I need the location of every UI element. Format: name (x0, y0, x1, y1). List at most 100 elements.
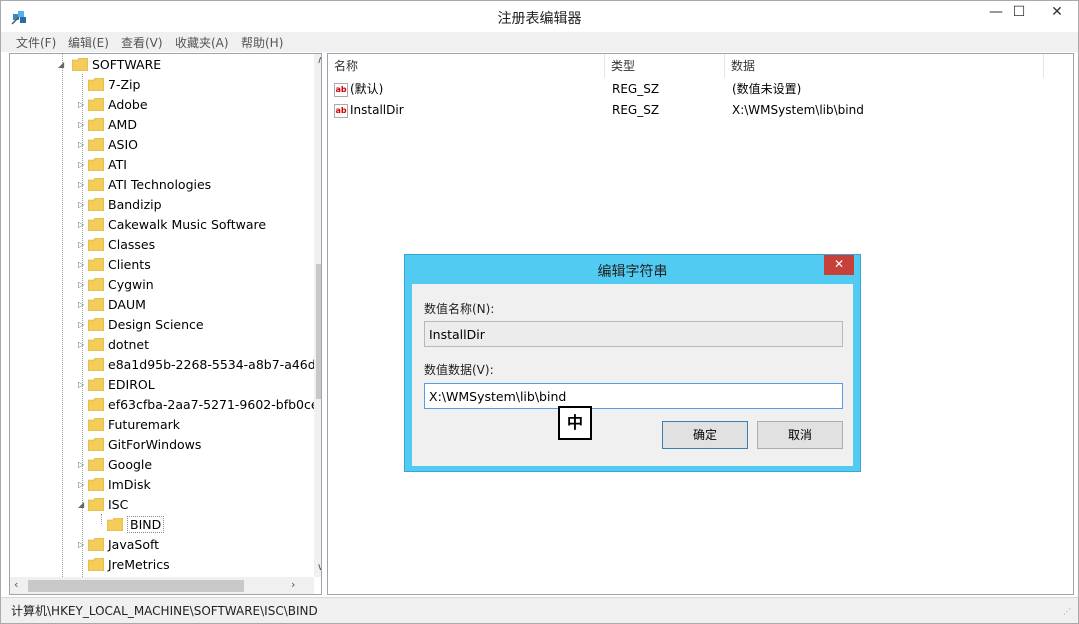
tree-node[interactable]: ▷ Cakewalk Music Software (78, 215, 266, 235)
scroll-up-icon[interactable]: ∧ (317, 55, 321, 66)
tree-label: ef63cfba-2aa7-5271-9602-bfb0ce (108, 397, 319, 412)
dialog-title: 编辑字符串 (597, 264, 668, 280)
tree-node[interactable]: ▷ Clients (78, 255, 151, 275)
folder-icon (88, 458, 104, 471)
tree-node[interactable]: ▷ ImDisk (78, 475, 151, 495)
tree-node[interactable]: ▷ Bandizip (78, 195, 162, 215)
tree-node[interactable]: BIND (97, 515, 165, 535)
tree-node[interactable]: ▷ Cygwin (78, 275, 154, 295)
scroll-down-icon[interactable]: ∨ (317, 562, 321, 573)
folder-icon (88, 178, 104, 191)
list-item[interactable]: ab (默认) REG_SZ (数值未设置) (328, 79, 1073, 99)
tree-label: dotnet (108, 337, 149, 352)
value-data-field[interactable] (424, 383, 843, 409)
scroll-left-icon[interactable]: ‹ (14, 578, 18, 591)
column-header-name[interactable]: 名称 (328, 54, 605, 78)
tree-label: Design Science (108, 317, 204, 332)
folder-icon (88, 558, 104, 571)
expand-icon[interactable]: ▷ (78, 295, 88, 315)
tree-node[interactable]: Futuremark (78, 415, 180, 435)
dialog-close-button[interactable]: ✕ (824, 255, 854, 275)
menu-bar: 文件(F) 编辑(E) 查看(V) 收藏夹(A) 帮助(H) (1, 32, 1078, 52)
collapse-icon[interactable]: ◢ (58, 55, 68, 75)
menu-help[interactable]: 帮助(H) (241, 34, 283, 51)
tree-node[interactable]: ef63cfba-2aa7-5271-9602-bfb0ce (78, 395, 319, 415)
tree-node[interactable]: ▷ Adobe (78, 95, 148, 115)
window-title: 注册表编辑器 (497, 11, 582, 27)
expand-icon[interactable]: ▷ (78, 455, 88, 475)
expand-icon[interactable]: ▷ (78, 335, 88, 355)
folder-icon (88, 318, 104, 331)
tree-node-software[interactable]: ◢ SOFTWARE (58, 55, 161, 75)
tree-node[interactable]: GitForWindows (78, 435, 201, 455)
registry-tree[interactable]: ◢ SOFTWARE 7-Zip ▷ Adobe ▷ AMD ▷ ASIO ▷ ATI ▷ ATI … (9, 53, 322, 595)
tree-node[interactable]: ▷ ATI Technologies (78, 175, 211, 195)
expand-icon[interactable]: ▷ (78, 235, 88, 255)
ok-button[interactable]: 确定 (662, 421, 748, 449)
folder-icon (88, 358, 104, 371)
cancel-button[interactable]: 取消 (757, 421, 843, 449)
tree-vertical-scrollbar[interactable]: ∧ ∨ (314, 54, 321, 577)
maximize-button[interactable]: ☐ (1004, 1, 1034, 25)
folder-icon (88, 418, 104, 431)
tree-node[interactable]: ▷ ASIO (78, 135, 138, 155)
tree-node[interactable]: ▷ ATI (78, 155, 127, 175)
folder-icon (88, 218, 104, 231)
tree-node[interactable]: ▷ Google (78, 455, 152, 475)
tree-node[interactable]: ▷ dotnet (78, 335, 149, 355)
folder-icon (88, 478, 104, 491)
tree-node[interactable]: ▷ EDIROL (78, 375, 155, 395)
expand-icon[interactable]: ▷ (78, 375, 88, 395)
folder-icon (88, 138, 104, 151)
folder-icon (71, 58, 88, 71)
expand-icon[interactable]: ▷ (78, 175, 88, 195)
folder-icon (88, 278, 104, 291)
tree-label: Cygwin (108, 277, 154, 292)
value-name-field[interactable] (424, 321, 843, 347)
value-name: InstallDir (350, 103, 404, 117)
close-button[interactable]: ✕ (1036, 1, 1078, 25)
collapse-icon[interactable]: ◢ (78, 495, 88, 515)
scroll-right-icon[interactable]: › (291, 578, 295, 591)
tree-node[interactable]: ▷ Design Science (78, 315, 204, 335)
tree-label: ATI Technologies (108, 177, 212, 192)
value-type: REG_SZ (612, 82, 660, 96)
tree-node[interactable]: ▷ Classes (78, 235, 155, 255)
menu-favorites[interactable]: 收藏夹(A) (175, 34, 229, 51)
expand-icon[interactable]: ▷ (78, 215, 88, 235)
expand-icon[interactable]: ▷ (78, 535, 88, 555)
folder-icon (88, 398, 104, 411)
menu-file[interactable]: 文件(F) (16, 34, 56, 51)
tree-label: Google (108, 457, 153, 472)
scroll-thumb[interactable] (316, 264, 321, 399)
column-header-type[interactable]: 类型 (605, 54, 725, 78)
tree-label: 7-Zip (108, 77, 141, 92)
tree-horizontal-scrollbar[interactable]: ‹ › (10, 577, 314, 594)
list-item[interactable]: ab InstallDir REG_SZ X:\WMSystem\lib\bind (328, 100, 1073, 120)
menu-view[interactable]: 查看(V) (121, 34, 163, 51)
expand-icon[interactable]: ▷ (78, 255, 88, 275)
expand-icon[interactable]: ▷ (78, 315, 88, 335)
tree-node[interactable]: ◢ ISC (78, 495, 128, 515)
tree-label: JreMetrics (108, 557, 170, 572)
folder-icon (88, 198, 104, 211)
tree-node[interactable]: 7-Zip (78, 75, 140, 95)
scroll-thumb[interactable] (28, 580, 244, 592)
tree-node[interactable]: JreMetrics (78, 555, 170, 575)
resize-grip-icon[interactable]: ⋰ (1063, 607, 1071, 616)
tree-node[interactable]: ▷ DAUM (78, 295, 146, 315)
column-header-data[interactable]: 数据 (725, 54, 1044, 78)
expand-icon[interactable]: ▷ (78, 115, 88, 135)
expand-icon[interactable]: ▷ (78, 275, 88, 295)
expand-icon[interactable]: ▷ (78, 195, 88, 215)
expand-icon[interactable]: ▷ (78, 155, 88, 175)
tree-node[interactable]: ▷ AMD (78, 115, 137, 135)
menu-edit[interactable]: 编辑(E) (68, 34, 109, 51)
expand-icon[interactable]: ▷ (78, 135, 88, 155)
expand-icon[interactable]: ▷ (78, 95, 88, 115)
tree-node[interactable]: e8a1d95b-2268-5534-a8b7-a46d (78, 355, 316, 375)
expand-icon[interactable]: ▷ (78, 475, 88, 495)
ime-indicator[interactable]: 中 (558, 406, 592, 440)
string-value-icon: ab (334, 103, 348, 118)
tree-node[interactable]: ▷ JavaSoft (78, 535, 159, 555)
